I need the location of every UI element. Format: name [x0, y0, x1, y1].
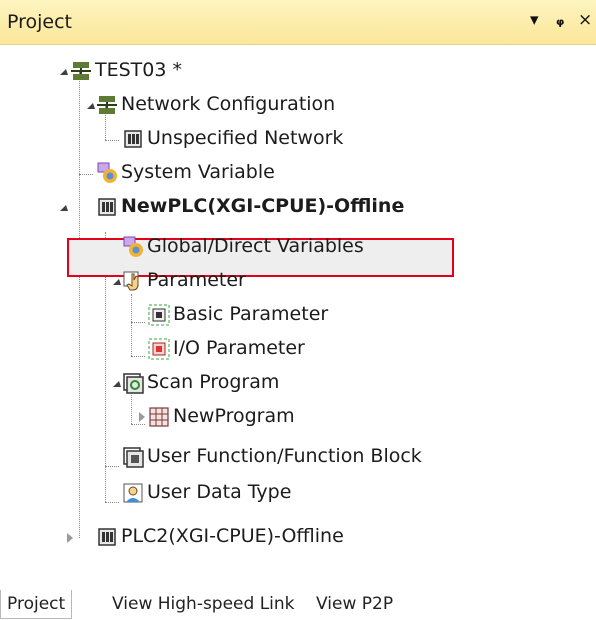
tree-label: NewProgram	[173, 405, 295, 427]
panel-title: Project	[7, 11, 73, 33]
collapse-toggle-icon[interactable]	[113, 279, 121, 285]
expand-toggle-icon[interactable]	[139, 412, 145, 422]
plc-module-icon	[98, 198, 116, 216]
tree-node-global-direct-variables[interactable]: Global/Direct Variables	[0, 231, 596, 264]
expand-toggle-icon[interactable]	[67, 533, 73, 543]
global-variables-icon	[123, 236, 143, 257]
tree-label: Global/Direct Variables	[147, 235, 364, 257]
system-variable-icon	[97, 162, 117, 183]
tree-node-plc2[interactable]: PLC2(XGI-CPUE)-Offline	[0, 521, 596, 554]
tree-node-newprogram[interactable]: NewProgram	[0, 401, 596, 434]
tree-label: TEST03 *	[95, 59, 182, 81]
tree-node-newplc[interactable]: NewPLC(XGI-CPUE)-Offline	[0, 191, 596, 224]
program-icon	[149, 407, 169, 427]
tree-node-parameter[interactable]: Parameter	[0, 265, 596, 298]
plc-module-icon	[124, 130, 142, 148]
tree-label: Network Configuration	[121, 93, 336, 115]
panel-close-icon[interactable]: ×	[578, 10, 592, 30]
bottom-tab-bar: Project View High-speed Link View P2P	[0, 584, 596, 620]
collapse-toggle-icon[interactable]	[60, 205, 68, 211]
tree-label: Unspecified Network	[147, 127, 344, 149]
tree-node-basic-parameter[interactable]: Basic Parameter	[0, 299, 596, 332]
tab-project[interactable]: Project	[0, 590, 73, 619]
plc-module-icon	[98, 528, 116, 546]
user-data-type-icon	[123, 483, 143, 503]
collapse-toggle-icon[interactable]	[113, 381, 121, 387]
network-config-icon	[97, 96, 117, 114]
tab-view-p2p[interactable]: View P2P	[316, 590, 393, 618]
tree-node-system-variable[interactable]: System Variable	[0, 157, 596, 190]
tree-label: I/O Parameter	[173, 337, 305, 359]
tab-view-high-speed-link[interactable]: View High-speed Link	[112, 590, 295, 618]
panel-titlebar: Project ▾ ᵩ ×	[0, 0, 596, 45]
io-parameter-icon	[148, 338, 170, 360]
panel-pin-icon[interactable]: ᵩ	[556, 10, 564, 30]
tree-label: User Data Type	[147, 481, 292, 503]
tree-node-scan-program[interactable]: Scan Program	[0, 367, 596, 400]
panel-dropdown-icon[interactable]: ▾	[530, 10, 539, 30]
tree-label: System Variable	[121, 161, 275, 183]
basic-parameter-icon	[148, 304, 170, 326]
tree-label: Parameter	[147, 269, 246, 291]
project-network-icon	[71, 62, 91, 80]
tree-label: Scan Program	[147, 371, 280, 393]
project-tree: TEST03 * Network Configuration Unspecifi…	[0, 44, 596, 574]
function-block-icon	[123, 447, 144, 468]
tree-node-user-data-type[interactable]: User Data Type	[0, 481, 596, 518]
collapse-toggle-icon[interactable]	[87, 103, 95, 109]
tree-label: User Function/Function Block	[147, 445, 422, 467]
tree-node-network-configuration[interactable]: Network Configuration	[0, 89, 596, 122]
tree-node-user-function-block[interactable]: User Function/Function Block	[0, 445, 596, 482]
scan-program-icon	[123, 373, 144, 394]
parameter-hand-icon	[123, 271, 139, 291]
tree-label: Basic Parameter	[173, 303, 329, 325]
tree-node-unspecified-network[interactable]: Unspecified Network	[0, 123, 596, 156]
tree-label: PLC2(XGI-CPUE)-Offline	[121, 525, 344, 547]
collapse-toggle-icon[interactable]	[60, 69, 68, 75]
tree-node-root[interactable]: TEST03 *	[0, 55, 596, 88]
tree-node-io-parameter[interactable]: I/O Parameter	[0, 333, 596, 366]
tree-label: NewPLC(XGI-CPUE)-Offline	[121, 195, 405, 217]
